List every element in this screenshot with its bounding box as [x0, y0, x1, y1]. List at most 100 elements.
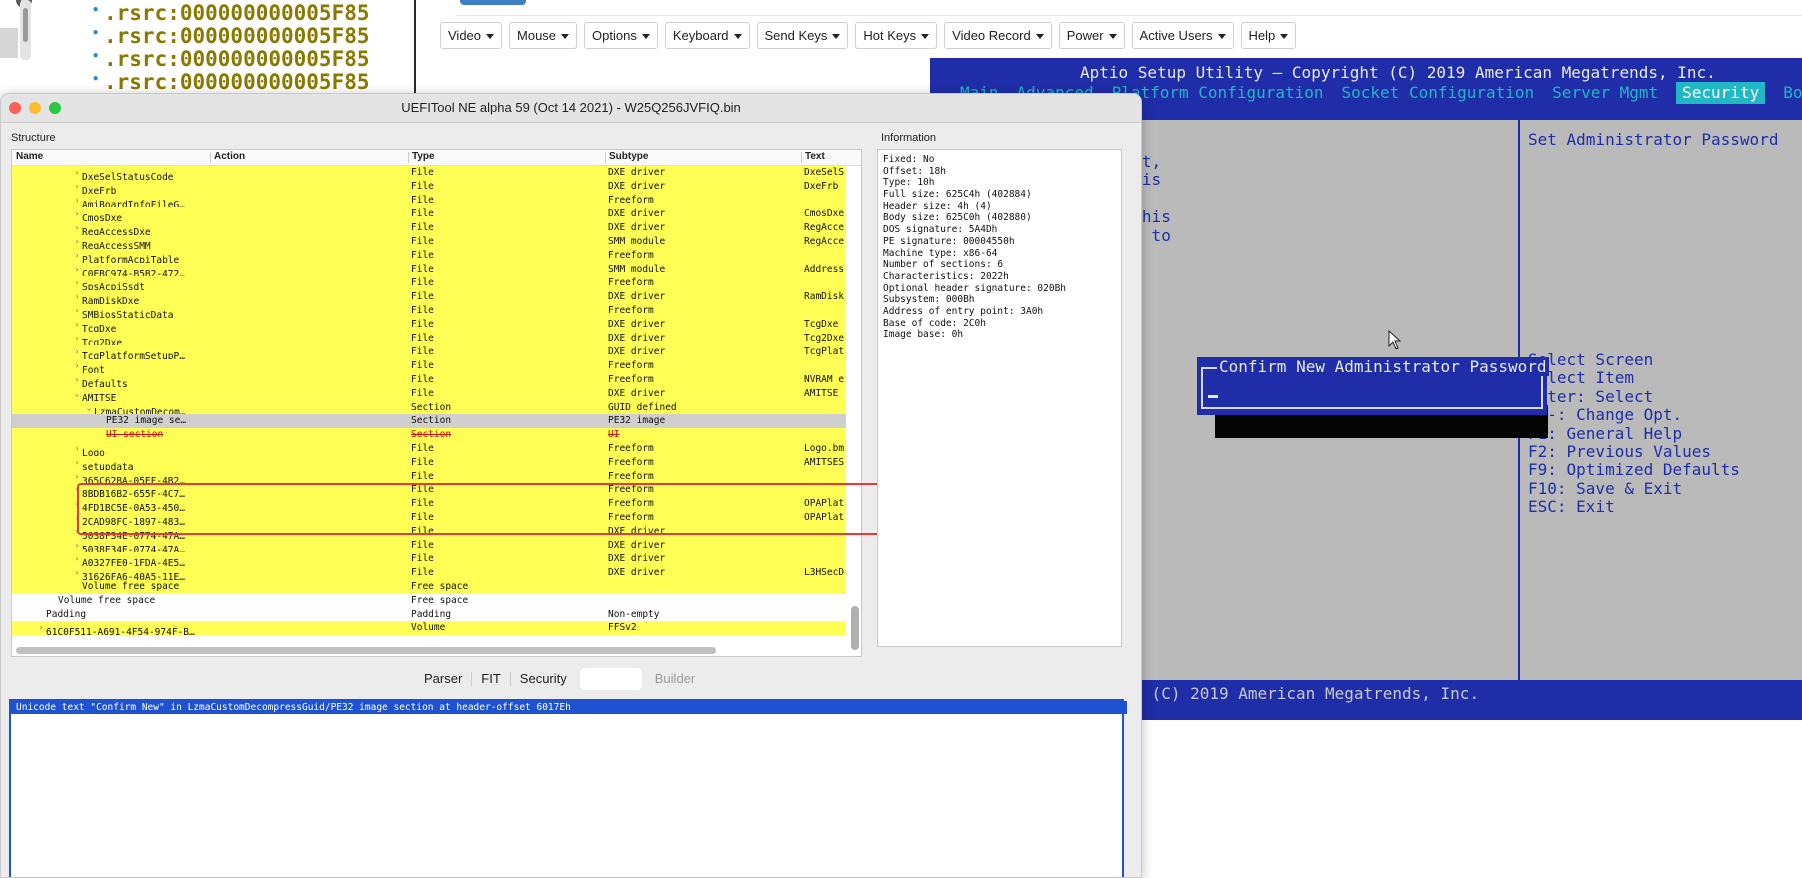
- collapsed-arrow-icon[interactable]: ›: [72, 511, 82, 525]
- collapsed-arrow-icon[interactable]: ›: [72, 566, 82, 580]
- table-row[interactable]: Padding Padding Non-empty: [12, 608, 846, 622]
- collapsed-arrow-icon[interactable]: ›: [72, 483, 82, 497]
- kvm-menu-item[interactable]: Keyboard: [664, 22, 750, 49]
- tab-fit[interactable]: FIT: [472, 668, 510, 690]
- table-row[interactable]: › SpsAcpiSsdt File Freeform: [12, 276, 846, 293]
- message-line[interactable]: Unicode text "Confirm New" in LzmaCustom…: [11, 701, 1127, 714]
- collapsed-arrow-icon[interactable]: ›: [72, 276, 82, 290]
- kvm-menu-item[interactable]: Video Record: [944, 22, 1052, 49]
- collapsed-arrow-icon[interactable]: ›: [72, 180, 82, 194]
- column-name[interactable]: Name: [16, 151, 43, 162]
- hex-scrollbar[interactable]: [20, 0, 31, 60]
- expanded-arrow-icon[interactable]: ⌄: [84, 401, 94, 415]
- table-row[interactable]: › Tcg2Dxe File DXE driver Tcg2Dxe: [12, 331, 846, 348]
- table-row[interactable]: ⌄ AMITSE File DXE driver AMITSE: [12, 386, 846, 404]
- tab-security[interactable]: Security: [511, 668, 576, 690]
- information-panel[interactable]: Fixed: No Offset: 18h Type: 10h Full size: …: [877, 149, 1122, 647]
- table-row[interactable]: › CmosDxe File DXE driver CmosDxe: [12, 207, 846, 224]
- column-action[interactable]: Action: [214, 151, 245, 162]
- table-row[interactable]: Volume free space Free space: [12, 594, 846, 608]
- password-input-cursor[interactable]: [1208, 395, 1218, 398]
- table-row[interactable]: › DxeSelStatusCode File DXE driver DxeSelS: [12, 166, 846, 183]
- table-row[interactable]: Volume free space Free space: [12, 579, 846, 594]
- kvm-menu-item[interactable]: Options: [584, 22, 658, 49]
- column-subtype[interactable]: Subtype: [609, 151, 648, 162]
- table-row[interactable]: PE32 image se… Section PE32 image: [12, 414, 846, 429]
- collapsed-arrow-icon[interactable]: ›: [72, 359, 82, 373]
- collapsed-arrow-icon[interactable]: ›: [72, 497, 82, 511]
- collapsed-arrow-icon[interactable]: ›: [72, 194, 82, 208]
- collapsed-arrow-icon[interactable]: ›: [72, 304, 82, 318]
- kvm-menu-item[interactable]: Power: [1058, 22, 1125, 49]
- table-row[interactable]: › A0327FE0-1FDA-4E5… File DXE driver: [12, 552, 846, 569]
- table-row[interactable]: › SMBiosStaticData File Freeform: [12, 303, 846, 321]
- table-row[interactable]: › DxeFrb File DXE driver DxeFrb: [12, 179, 846, 197]
- kvm-menu-item[interactable]: Video: [440, 22, 503, 49]
- collapsed-arrow-icon[interactable]: ›: [72, 207, 82, 221]
- tab-search[interactable]: [579, 668, 642, 690]
- collapsed-arrow-icon[interactable]: ›: [72, 166, 82, 180]
- collapsed-arrow-icon[interactable]: ›: [72, 456, 82, 470]
- table-row[interactable]: › TcgDxe File DXE driver TcgDxe: [12, 317, 846, 335]
- table-row[interactable]: › RegAccessDxe File DXE driver RegAcce: [12, 221, 846, 238]
- kvm-menu-item[interactable]: Mouse: [509, 22, 578, 49]
- bios-tab[interactable]: Server Mgmt: [1552, 82, 1658, 104]
- collapsed-arrow-icon[interactable]: ›: [72, 263, 82, 277]
- table-row[interactable]: › 4FD1BC5E-0A53-450… File Freeform OPAPlat: [12, 497, 846, 514]
- kvm-menu-item[interactable]: Active Users: [1131, 22, 1234, 49]
- collapsed-arrow-icon[interactable]: ›: [72, 539, 82, 553]
- tree-horizontal-scrollbar[interactable]: [16, 647, 716, 654]
- column-text[interactable]: Text: [805, 151, 825, 162]
- table-row[interactable]: › Defaults File Freeform NVRAM e: [12, 372, 846, 390]
- collapsed-arrow-icon[interactable]: ›: [72, 221, 82, 235]
- collapsed-arrow-icon[interactable]: ›: [72, 525, 82, 539]
- bios-tab[interactable]: Socket Configuration: [1342, 82, 1535, 104]
- tree-vertical-scrollbar[interactable]: [849, 166, 859, 654]
- column-type[interactable]: Type: [412, 151, 435, 162]
- scroll-thumb[interactable]: [851, 606, 859, 650]
- collapsed-arrow-icon[interactable]: ›: [72, 332, 82, 346]
- bios-tab[interactable]: Platform Configuration: [1112, 82, 1324, 104]
- tab-builder[interactable]: Builder: [646, 668, 704, 690]
- table-row[interactable]: › TcgPlatformSetupP… File DXE driver TcgPlat: [12, 345, 846, 362]
- expanded-arrow-icon[interactable]: ⌄: [72, 387, 82, 401]
- toolbar-button[interactable]: [460, 0, 526, 5]
- collapsed-arrow-icon[interactable]: ›: [72, 552, 82, 566]
- collapsed-arrow-icon[interactable]: ›: [72, 470, 82, 484]
- kvm-menu-item[interactable]: Hot Keys: [855, 22, 938, 49]
- kvm-menu-item[interactable]: Help: [1240, 22, 1297, 49]
- table-row[interactable]: › 2CAD98FC-1897-483… File Freeform OPAPlat: [12, 510, 846, 528]
- collapsed-arrow-icon[interactable]: ›: [72, 235, 82, 249]
- table-row[interactable]: › RegAccessSMM File SMM module RegAcce: [12, 234, 846, 252]
- structure-tree[interactable]: Name Action Type Subtype Text › DxeSelSta…: [11, 149, 862, 657]
- bios-tab[interactable]: Security: [1676, 82, 1766, 104]
- collapsed-arrow-icon[interactable]: ›: [36, 621, 46, 635]
- table-row[interactable]: › C0EBC974-B5B2-472… File SMM module Address: [12, 262, 846, 279]
- table-row[interactable]: › Logo File Freeform Logo.bm: [12, 441, 846, 459]
- messages-panel[interactable]: Unicode text "Confirm New" in LzmaCustom…: [9, 699, 1127, 877]
- table-row[interactable]: › RamDiskDxe File DXE driver RamDisk: [12, 290, 846, 307]
- window-titlebar[interactable]: UEFITool NE alpha 59 (Oct 14 2021) - W25…: [1, 94, 1141, 123]
- table-row[interactable]: › 8BDB16B2-655F-4C7… File Freeform: [12, 483, 846, 500]
- collapsed-arrow-icon[interactable]: ›: [72, 442, 82, 456]
- confirm-password-dialog[interactable]: Confirm New Administrator Password: [1197, 357, 1549, 415]
- collapsed-arrow-icon[interactable]: ›: [72, 345, 82, 359]
- table-row[interactable]: › 5038F34E-0774-47A… File DXE driver: [12, 524, 846, 542]
- collapsed-arrow-icon[interactable]: ›: [72, 318, 82, 332]
- bios-tab[interactable]: Boot: [1783, 82, 1802, 104]
- scroll-thumb[interactable]: [23, 8, 28, 42]
- table-row[interactable]: › AmiBoardInfoFileG… File Freeform: [12, 193, 846, 210]
- table-row[interactable]: › PlatformAcpiTable File Freeform: [12, 248, 846, 266]
- table-row[interactable]: › 5038E34E-0774-47A… File DXE driver: [12, 538, 846, 555]
- table-row[interactable]: › 365C62BA-05EF-4B2… File Freeform: [12, 469, 846, 486]
- tab-parser[interactable]: Parser: [415, 668, 471, 690]
- collapsed-arrow-icon[interactable]: ›: [72, 373, 82, 387]
- table-row[interactable]: › 61C0F511-A691-4F54-974F-B… Volume FFSv2: [12, 621, 846, 638]
- table-row[interactable]: ⌄ LzmaCustomDecom… Section GUID defined: [12, 400, 846, 417]
- table-row[interactable]: › 31626FA6-40A5-11E… File DXE driver L3HSecD: [12, 566, 846, 583]
- table-row[interactable]: UI section Section UI: [12, 428, 846, 442]
- table-row[interactable]: › setupdata File Freeform AMITSES: [12, 455, 846, 473]
- collapsed-arrow-icon[interactable]: ›: [72, 290, 82, 304]
- collapsed-arrow-icon[interactable]: ›: [72, 249, 82, 263]
- kvm-menu-item[interactable]: Send Keys: [756, 22, 849, 49]
